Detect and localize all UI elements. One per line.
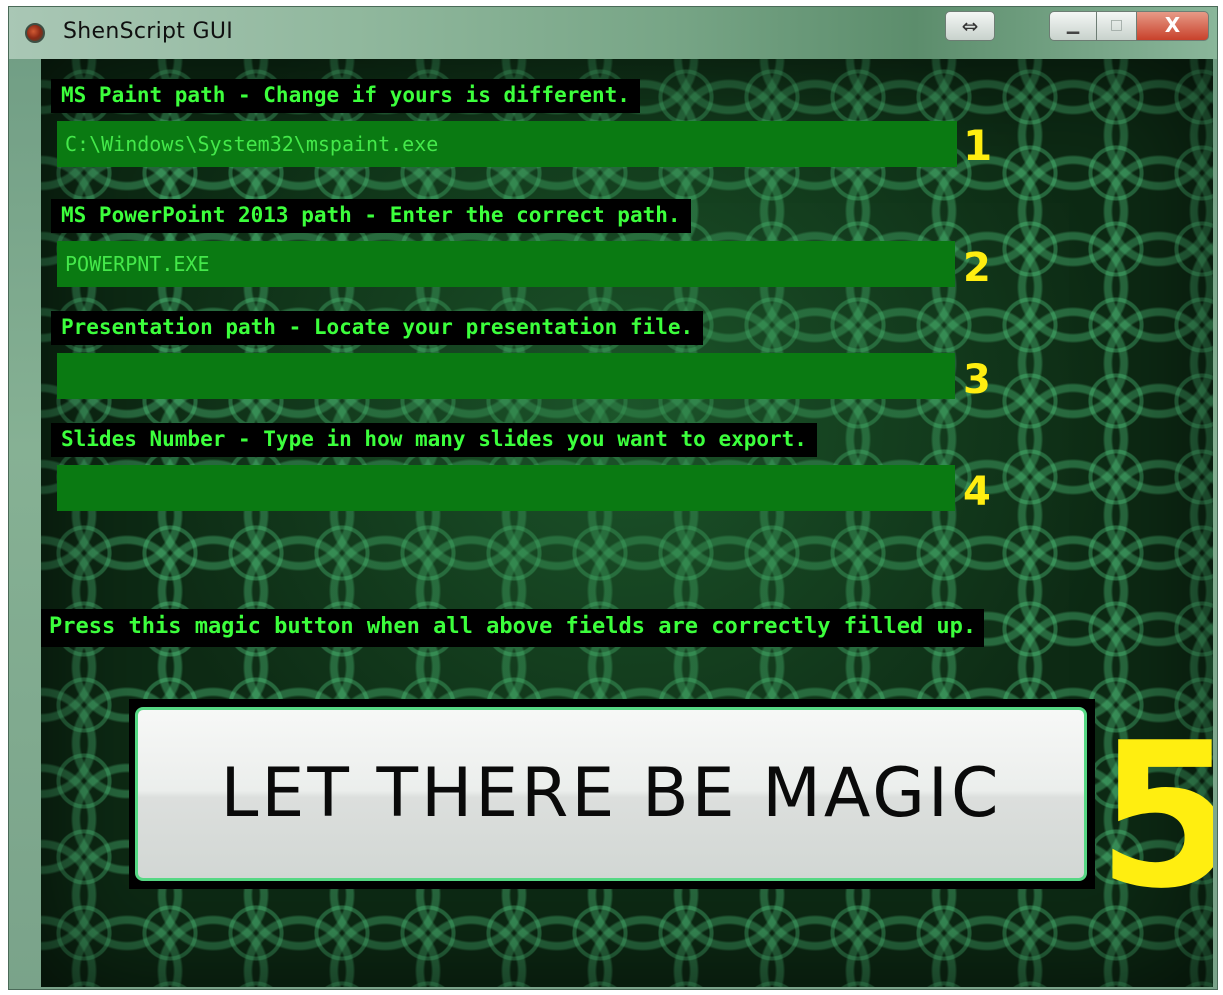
magic-button-frame: LET THERE BE MAGIC — [129, 699, 1095, 889]
title-bar[interactable]: ShenScript GUI ⇔ ▁ □ X — [9, 7, 1217, 59]
powerpoint-path-label: MS PowerPoint 2013 path - Enter the corr… — [51, 199, 691, 233]
presentation-path-label: Presentation path - Locate your presenta… — [51, 311, 704, 345]
powerpoint-path-input[interactable] — [57, 241, 955, 287]
slides-number-label: Slides Number - Type in how many slides … — [51, 423, 817, 457]
instruction-text: Press this magic button when all above f… — [41, 609, 985, 647]
app-window: ShenScript GUI ⇔ ▁ □ X MS Paint path - C… — [8, 6, 1218, 990]
step-number-5: 5 — [1097, 700, 1213, 933]
step-number-2: 2 — [963, 245, 991, 291]
window-controls: ▁ □ X — [1049, 11, 1209, 41]
step-number-1: 1 — [963, 121, 993, 170]
close-button[interactable]: X — [1137, 11, 1209, 41]
mspaint-path-label: MS Paint path - Change if yours is diffe… — [51, 79, 640, 113]
app-icon[interactable] — [25, 23, 45, 43]
minimize-button[interactable]: ▁ — [1049, 11, 1097, 41]
magic-button[interactable]: LET THERE BE MAGIC — [135, 707, 1087, 881]
mspaint-path-input[interactable] — [57, 121, 957, 167]
slides-number-input[interactable] — [57, 465, 955, 511]
maximize-button[interactable]: □ — [1097, 11, 1137, 41]
form-area: MS Paint path - Change if yours is diffe… — [41, 59, 1213, 987]
presentation-path-input[interactable] — [57, 353, 955, 399]
step-number-4: 4 — [963, 469, 991, 515]
step-number-3: 3 — [963, 357, 991, 403]
window-title: ShenScript GUI — [63, 19, 234, 44]
resize-icon[interactable]: ⇔ — [945, 11, 995, 41]
